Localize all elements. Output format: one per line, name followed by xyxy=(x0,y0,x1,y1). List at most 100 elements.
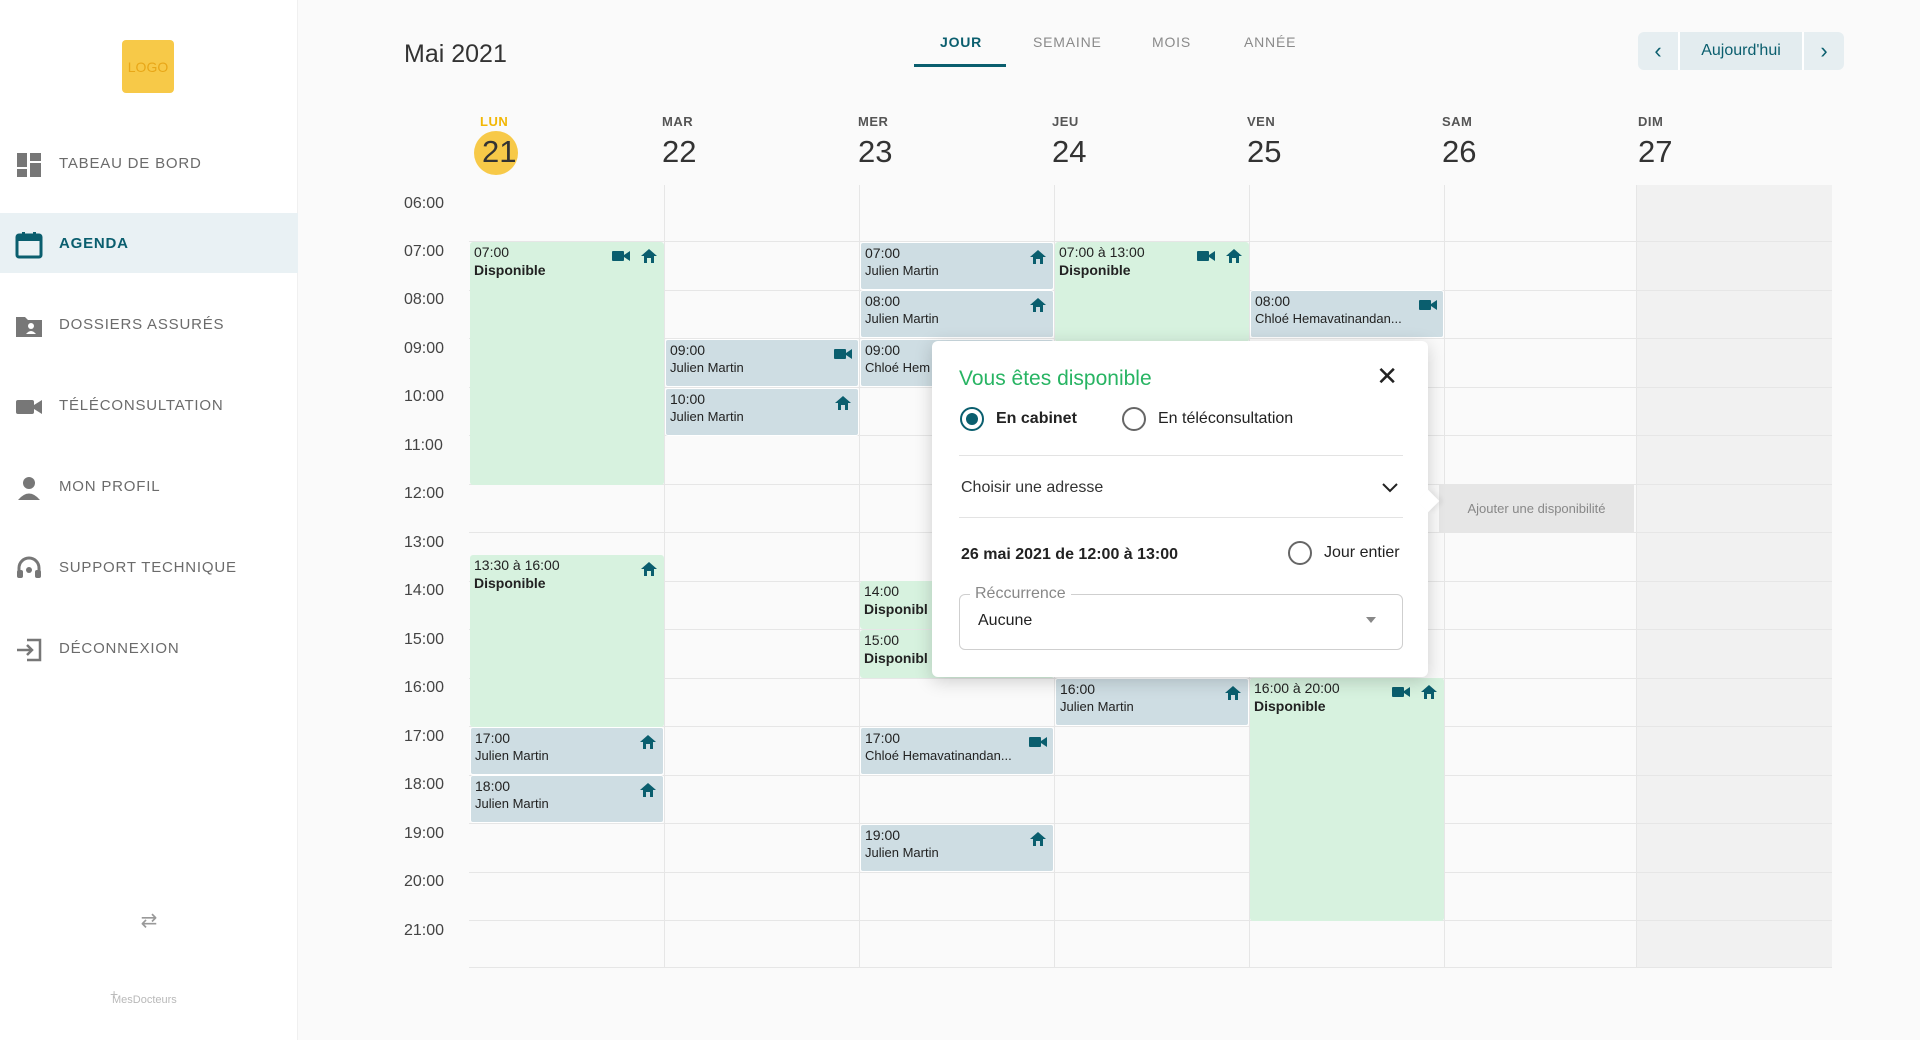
dropdown-caret-icon xyxy=(1366,617,1376,623)
tab-mois[interactable]: MOIS xyxy=(1152,34,1191,50)
close-icon[interactable]: ✕ xyxy=(1376,363,1398,389)
tab-jour[interactable]: JOUR xyxy=(940,34,982,50)
sidebar-item-dashboard[interactable]: TABEAU DE BORD xyxy=(0,133,298,193)
person-icon xyxy=(15,474,43,502)
patient-name: Julien Martin xyxy=(865,311,939,326)
hour-line xyxy=(469,872,1832,873)
event-time: 17:00 xyxy=(475,730,511,746)
day-header-thu[interactable]: JEU 24 xyxy=(1052,114,1086,169)
sidebar-item-label: SUPPORT TECHNIQUE xyxy=(59,558,237,576)
time-label: 12:00 xyxy=(404,485,445,502)
home-icon xyxy=(1421,685,1437,699)
day-header-mon[interactable]: LUN 21 xyxy=(474,114,518,175)
radio-unchecked-icon xyxy=(1122,407,1146,431)
event-time: 09:00 xyxy=(670,342,706,358)
sidebar-item-label: TABEAU DE BORD xyxy=(59,154,202,172)
chevron-down-icon[interactable] xyxy=(1382,477,1398,498)
appointment[interactable]: 16:00 Julien Martin xyxy=(1055,678,1249,726)
sidebar-item-label: AGENDA xyxy=(59,234,129,252)
recurrence-select[interactable]: Réccurrence Aucune xyxy=(959,585,1403,650)
hour-line xyxy=(469,920,1832,921)
appointment[interactable]: 07:00 Julien Martin xyxy=(860,242,1054,290)
brand-name: MesDocteurs xyxy=(112,994,177,1006)
time-label: 13:00 xyxy=(404,534,445,551)
sidebar-item-label: TÉLÉCONSULTATION xyxy=(59,396,224,414)
event-time: 10:00 xyxy=(670,391,706,407)
event-time: 07:00 xyxy=(865,245,901,261)
appointment[interactable]: 17:00 Chloé Hemavatinandan... xyxy=(860,727,1054,775)
availability-block[interactable]: 07:00 Disponible xyxy=(470,242,664,485)
day-number: 22 xyxy=(662,134,697,169)
active-tab-indicator xyxy=(914,64,1006,67)
appointment[interactable]: 08:00 Julien Martin xyxy=(860,290,1054,338)
sunday-column-bg xyxy=(1636,185,1832,967)
radio-en-cabinet[interactable]: En cabinet xyxy=(960,407,1077,431)
radio-unchecked-icon xyxy=(1288,541,1312,565)
tab-annee[interactable]: ANNÉE xyxy=(1244,34,1296,50)
address-select[interactable]: Choisir une adresse xyxy=(961,479,1103,497)
availability-block[interactable]: 07:00 à 13:00 Disponible xyxy=(1055,242,1249,342)
recurrence-value: Aucune xyxy=(978,612,1033,629)
day-of-week: LUN xyxy=(480,114,509,129)
day-header-tue[interactable]: MAR 22 xyxy=(662,114,696,169)
today-button[interactable]: Aujourd'hui xyxy=(1678,32,1804,70)
home-icon xyxy=(640,783,656,797)
time-label: 16:00 xyxy=(404,679,445,696)
sidebar-item-dossiers[interactable]: DOSSIERS ASSURÉS xyxy=(0,294,298,354)
sidebar-item-agenda[interactable]: AGENDA xyxy=(0,213,298,273)
patient-name: Chloé Hemavatinandan... xyxy=(1255,311,1402,326)
patient-name: Julien Martin xyxy=(670,409,744,424)
brand-logo: + MesDocteurs xyxy=(110,986,177,1006)
sidebar-item-profil[interactable]: MON PROFIL xyxy=(0,456,298,516)
time-label: 19:00 xyxy=(404,825,445,842)
video-icon xyxy=(1197,251,1215,261)
sidebar: LOGO TABEAU DE BORD AGENDA DOSSIERS ASSU… xyxy=(0,0,298,1040)
tab-semaine[interactable]: SEMAINE xyxy=(1033,34,1102,50)
time-label: 10:00 xyxy=(404,388,445,405)
time-label: 14:00 xyxy=(404,582,445,599)
video-icon xyxy=(612,251,630,261)
home-icon xyxy=(1030,250,1046,264)
radio-en-teleconsultation[interactable]: En téléconsultation xyxy=(1122,407,1293,431)
home-icon xyxy=(641,562,657,576)
video-icon xyxy=(1392,687,1410,697)
availability-block[interactable]: 13:30 à 16:00 Disponible xyxy=(470,555,664,727)
date-navigation: ‹ Aujourd'hui › xyxy=(1638,32,1844,70)
day-separator xyxy=(1636,185,1637,967)
time-label: 18:00 xyxy=(404,776,445,793)
add-availability-slot[interactable]: Ajouter une disponibilité xyxy=(1439,484,1634,532)
headset-icon xyxy=(15,555,43,583)
divider xyxy=(959,455,1403,456)
chevron-left-icon[interactable]: ‹ xyxy=(1640,32,1676,70)
day-header-wed[interactable]: MER 23 xyxy=(858,114,892,169)
hour-line xyxy=(469,967,1832,968)
video-icon xyxy=(15,393,43,421)
hour-line xyxy=(469,823,1832,824)
chevron-right-icon[interactable]: › xyxy=(1806,32,1842,70)
day-of-week: MER xyxy=(858,114,889,129)
sidebar-item-support[interactable]: SUPPORT TECHNIQUE xyxy=(0,537,298,597)
appointment[interactable]: 17:00 Julien Martin xyxy=(470,727,664,775)
time-label: 20:00 xyxy=(404,873,445,890)
home-icon xyxy=(1225,686,1241,700)
sidebar-item-deconnexion[interactable]: DÉCONNEXION xyxy=(0,618,298,678)
checkbox-jour-entier[interactable]: Jour entier xyxy=(1288,541,1400,565)
day-number: 27 xyxy=(1638,134,1673,169)
appointment[interactable]: 10:00 Julien Martin xyxy=(665,388,859,436)
appointment[interactable]: 18:00 Julien Martin xyxy=(470,775,664,823)
day-header-fri[interactable]: VEN 25 xyxy=(1247,114,1281,169)
collapse-sidebar-icon[interactable]: ⇄ xyxy=(134,908,164,932)
appointment[interactable]: 08:00 Chloé Hemavatinandan... xyxy=(1250,290,1444,338)
day-header-sat[interactable]: SAM 26 xyxy=(1442,114,1476,169)
logout-icon xyxy=(15,636,43,664)
availability-block[interactable]: 16:00 à 20:00 Disponible xyxy=(1250,678,1444,921)
day-header-sun[interactable]: DIM 27 xyxy=(1638,114,1672,169)
patient-name: Julien Martin xyxy=(1060,699,1134,714)
radio-label: En cabinet xyxy=(996,410,1077,427)
sidebar-item-teleconsultation[interactable]: TÉLÉCONSULTATION xyxy=(0,375,298,435)
appointment[interactable]: 09:00 Julien Martin xyxy=(665,339,859,387)
sidebar-item-label: MON PROFIL xyxy=(59,477,161,495)
availability-date: 26 mai 2021 de 12:00 à 13:00 xyxy=(961,546,1179,563)
day-of-week: JEU xyxy=(1052,114,1079,129)
appointment[interactable]: 19:00 Julien Martin xyxy=(860,824,1054,872)
